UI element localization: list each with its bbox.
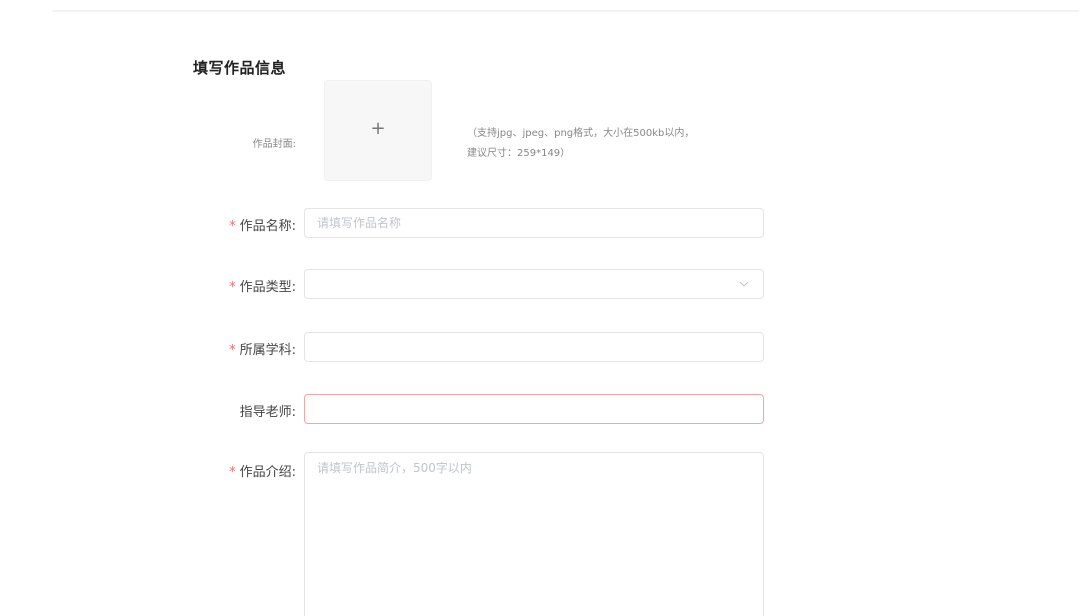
work-name-label: * 作品名称: <box>176 215 296 234</box>
subject-label: * 所属学科: <box>176 339 296 358</box>
subject-label-text: 所属学科: <box>239 343 296 358</box>
work-name-label-text: 作品名称: <box>239 219 296 234</box>
work-type-select[interactable] <box>304 269 764 299</box>
advisor-input[interactable] <box>304 394 764 424</box>
required-mark: * <box>229 465 236 480</box>
cover-hint-line1: （支持jpg、jpeg、png格式，大小在500kb以内， <box>467 128 695 139</box>
plus-icon: + <box>370 117 386 139</box>
cover-upload-hint: （支持jpg、jpeg、png格式，大小在500kb以内， 建议尺寸：259*1… <box>467 124 767 164</box>
section-title: 填写作品信息 <box>193 59 287 77</box>
cover-label: 作品封面: <box>252 139 296 150</box>
cover-upload-button[interactable]: + <box>324 80 432 181</box>
required-mark: * <box>229 343 236 358</box>
required-mark: * <box>229 280 236 295</box>
work-name-input[interactable] <box>304 208 764 238</box>
chevron-down-icon <box>739 281 749 287</box>
intro-label-text: 作品介绍: <box>239 465 296 480</box>
top-divider <box>52 10 1079 12</box>
subject-input[interactable] <box>304 332 764 362</box>
intro-label: * 作品介绍: <box>176 461 296 480</box>
work-type-label: * 作品类型: <box>176 276 296 295</box>
work-info-form-page: 填写作品信息 作品封面: + （支持jpg、jpeg、png格式，大小在500k… <box>0 0 1079 616</box>
required-mark: * <box>229 219 236 234</box>
cover-hint-line2: 建议尺寸：259*149） <box>467 148 571 159</box>
advisor-label: 指导老师: <box>239 405 296 420</box>
work-type-label-text: 作品类型: <box>239 280 296 295</box>
intro-textarea[interactable] <box>304 452 764 616</box>
